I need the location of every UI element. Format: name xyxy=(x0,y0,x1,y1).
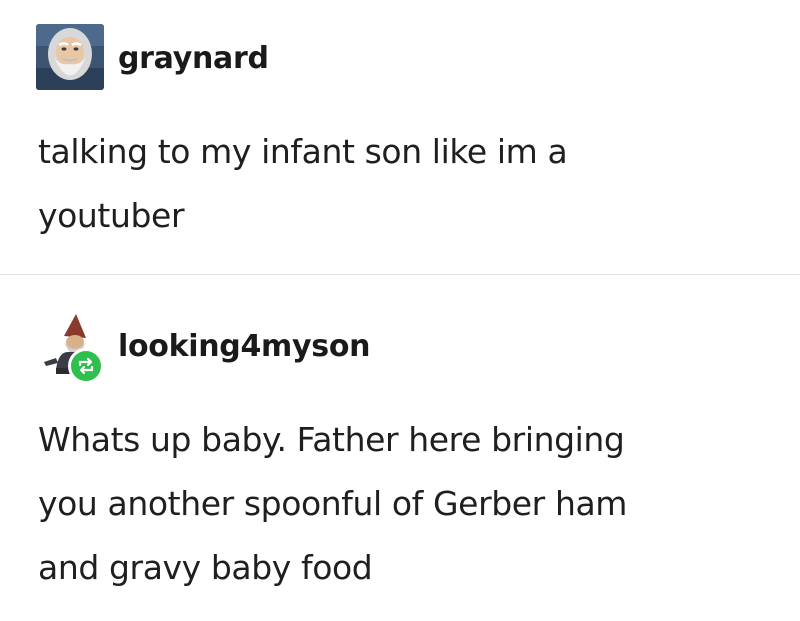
post-text: Whats up baby. Father here bringing you … xyxy=(38,408,627,600)
reblog-icon xyxy=(78,357,94,375)
post-text-line: youtuber xyxy=(38,196,185,235)
post-graynard: graynard talking to my infant son like i… xyxy=(0,0,800,274)
post-username[interactable]: looking4myson xyxy=(118,329,370,364)
post-text-line: you another spoonful of Gerber ham xyxy=(38,484,628,523)
old-wizard-icon xyxy=(36,24,104,90)
post-text-line: talking to my infant son like im a xyxy=(38,132,568,171)
post-text-line: and gravy baby food xyxy=(38,548,373,587)
graynard-avatar[interactable] xyxy=(36,24,104,90)
post-text: talking to my infant son like im a youtu… xyxy=(38,120,568,248)
reblog-badge xyxy=(68,348,104,384)
post-text-line: Whats up baby. Father here bringing xyxy=(38,420,625,459)
post-username[interactable]: graynard xyxy=(118,41,269,76)
